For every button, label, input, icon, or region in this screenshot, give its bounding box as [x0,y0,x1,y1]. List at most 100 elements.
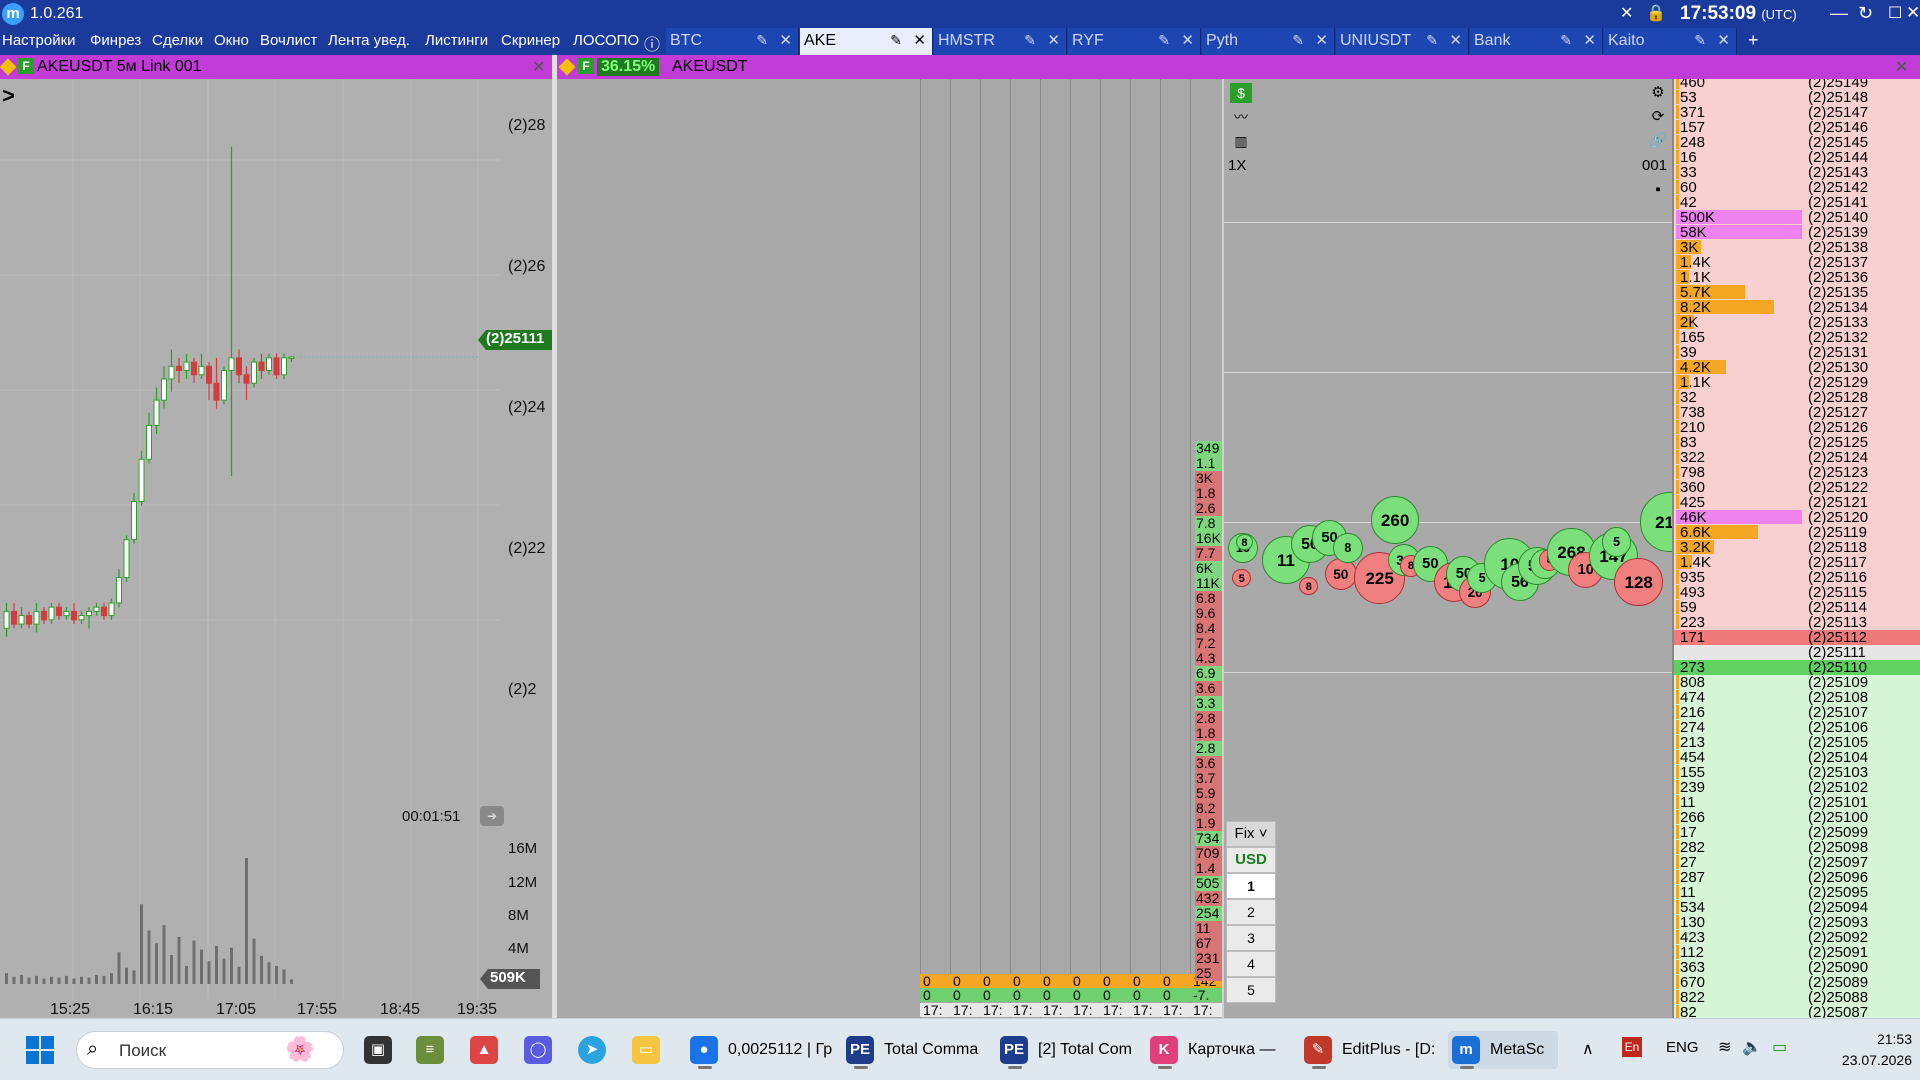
order-book-row[interactable]: 112 (2)25091 [1674,945,1920,960]
minimize-icon[interactable]: — [1830,3,1848,24]
order-book-row[interactable]: 33 (2)25143 [1674,165,1920,180]
close-tab-icon[interactable]: ✕ [1449,31,1462,49]
order-size-button[interactable]: 2 [1226,899,1276,925]
menu-0[interactable]: Настройки [2,32,76,49]
close-tab-icon[interactable]: ✕ [1583,31,1596,49]
order-book-row[interactable]: 130 (2)25093 [1674,915,1920,930]
bar-chart-icon[interactable]: ▥ [1230,131,1252,151]
order-book-row[interactable]: 165 (2)25132 [1674,330,1920,345]
taskbar-app-0[interactable]: ● 0,0025112 | Гр [686,1031,832,1069]
order-book-row[interactable]: 822 (2)25088 [1674,990,1920,1005]
order-book-row[interactable]: 53 (2)25148 [1674,90,1920,105]
order-book-row[interactable]: 425 (2)25121 [1674,495,1920,510]
speaker-icon[interactable]: 🔈 [1742,1037,1762,1057]
order-book-row[interactable]: 216 (2)25107 [1674,705,1920,720]
order-book-row[interactable]: 11 (2)25095 [1674,885,1920,900]
edit-icon[interactable]: ✎ [1426,32,1438,49]
chat-icon[interactable]: ▪ [1648,181,1668,201]
close-panel-icon[interactable]: ✕ [1895,57,1908,77]
order-book-row[interactable]: 60 (2)25142 [1674,180,1920,195]
order-book-row[interactable]: 11 (2)25101 [1674,795,1920,810]
order-book-row[interactable]: 266 (2)25100 [1674,810,1920,825]
order-book-row[interactable]: 322 (2)25124 [1674,450,1920,465]
edit-icon[interactable]: ✎ [1560,32,1572,49]
menu-2[interactable]: Сделки [152,32,203,49]
tab-kaito[interactable]: Kaito ✎ ✕ [1604,28,1737,55]
order-book-row[interactable]: 1.4K (2)25117 [1674,555,1920,570]
order-book-row[interactable]: 808 (2)25109 [1674,675,1920,690]
order-book[interactable]: 460 (2)25149 53 (2)25148 371 (2)25147 157 (2)25… [1672,79,1920,1018]
order-book-row[interactable]: 500K (2)25140 [1674,210,1920,225]
order-book-row[interactable]: 42 (2)25141 [1674,195,1920,210]
order-book-row[interactable]: 223 (2)25113 [1674,615,1920,630]
file-explorer-icon[interactable]: ▭ [628,1031,668,1069]
order-book-row[interactable]: 213 (2)25105 [1674,735,1920,750]
order-size-button[interactable]: 5 [1226,977,1276,1003]
tray-chevron-icon[interactable]: ∧ [1582,1039,1594,1059]
order-book-row[interactable]: 423 (2)25092 [1674,930,1920,945]
order-book-row[interactable]: 58K (2)25139 [1674,225,1920,240]
order-book-row[interactable]: 83 (2)25125 [1674,435,1920,450]
tab-pyth[interactable]: Pyth ✎ ✕ [1202,28,1335,55]
order-book-row[interactable]: 157 (2)25146 [1674,120,1920,135]
order-book-row[interactable]: 6.6K (2)25119 [1674,525,1920,540]
tab-ake[interactable]: AKE ✎ ✕ [800,28,933,55]
taskbar-app-4[interactable]: ✎ EditPlus - [D: [1300,1031,1440,1069]
tab-hmstr[interactable]: HMSTR ✎ ✕ [934,28,1067,55]
order-mode-select[interactable]: Fix ˅ [1226,821,1276,847]
language-indicator[interactable]: ENG [1666,1039,1699,1056]
order-book-row[interactable]: 32 (2)25128 [1674,390,1920,405]
order-book-row[interactable]: 460 (2)25149 [1674,79,1920,90]
chart-app-icon[interactable]: ▲ [466,1031,506,1069]
edit-icon[interactable]: ✎ [1024,32,1036,49]
line-chart-icon[interactable]: 〰 [1230,107,1252,127]
expand-arrow-icon[interactable]: > [2,83,15,109]
order-book-row[interactable]: 39 (2)25131 [1674,345,1920,360]
stack-app-icon[interactable]: ≡ [412,1031,452,1069]
trades-bubble-chart[interactable]: $ 〰 ▥ 1X ⚙ ⟳ 🔗 001 ▪ Fix ˅ USD 12345 185… [1222,79,1672,1018]
order-book-row[interactable]: 493 (2)25115 [1674,585,1920,600]
windows-start-icon[interactable] [26,1036,54,1064]
order-book-row[interactable]: 1.4K (2)25137 [1674,255,1920,270]
order-book-row[interactable]: 3.2K (2)25118 [1674,540,1920,555]
candlestick-chart[interactable]: > (2)28 (2)26 (2)24 (2)22 (2)2 (2)25111 00:0… [0,79,552,1018]
tab-ryf[interactable]: RYF ✎ ✕ [1068,28,1201,55]
order-book-row[interactable]: 738 (2)25127 [1674,405,1920,420]
order-book-row[interactable]: 282 (2)25098 [1674,840,1920,855]
edit-icon[interactable]: ✎ [1158,32,1170,49]
task-view-icon[interactable]: ▣ [360,1031,400,1069]
order-book-row[interactable]: 239 (2)25102 [1674,780,1920,795]
order-size-button[interactable]: 3 [1226,925,1276,951]
tray-time[interactable]: 21:53 [1852,1031,1912,1047]
wifi-icon[interactable]: ≋ [1718,1037,1731,1057]
edit-icon[interactable]: ✎ [1694,32,1706,49]
order-book-row[interactable]: 17 (2)25099 [1674,825,1920,840]
order-book-row[interactable]: 273 (2)25110 [1674,660,1920,675]
order-size-button[interactable]: 4 [1226,951,1276,977]
order-book-row[interactable]: 59 (2)25114 [1674,600,1920,615]
edit-icon[interactable]: ✎ [890,32,902,49]
order-book-row[interactable]: 371 (2)25147 [1674,105,1920,120]
order-book-row[interactable]: 2K (2)25133 [1674,315,1920,330]
order-book-row[interactable]: 3K (2)25138 [1674,240,1920,255]
menu-6[interactable]: Листинги [425,32,488,49]
add-tab-button[interactable]: + [1748,30,1759,51]
battery-icon[interactable]: ▭ [1772,1037,1787,1057]
order-book-row[interactable]: 360 (2)25122 [1674,480,1920,495]
edit-icon[interactable]: ✎ [756,32,768,49]
taskbar-app-2[interactable]: PE [2] Total Com [996,1031,1136,1069]
lock-icon[interactable]: 🔒 [1646,3,1666,23]
currency-button[interactable]: USD [1226,847,1276,873]
dollar-icon[interactable]: $ [1230,83,1252,103]
close-window-icon[interactable]: ✕ [1906,3,1920,23]
close-panel-icon[interactable]: ✕ [532,57,545,77]
order-book-row[interactable]: 155 (2)25103 [1674,765,1920,780]
order-book-row[interactable]: 670 (2)25089 [1674,975,1920,990]
close-tab-icon[interactable]: ✕ [1047,31,1060,49]
cluster-area[interactable]: 0 0 0 0 0 0 0 0 0 142 0 0 0 0 0 0 0 0 0 -7. 17: 17: 17: 17: 17: 1… [557,79,1222,1018]
help-icon[interactable]: ⓘ [644,31,660,55]
order-book-row[interactable]: 1.1K (2)25136 [1674,270,1920,285]
order-book-row[interactable]: 8.2K (2)25134 [1674,300,1920,315]
tab-bank[interactable]: Bank ✎ ✕ [1470,28,1603,55]
order-book-row[interactable]: 474 (2)25108 [1674,690,1920,705]
